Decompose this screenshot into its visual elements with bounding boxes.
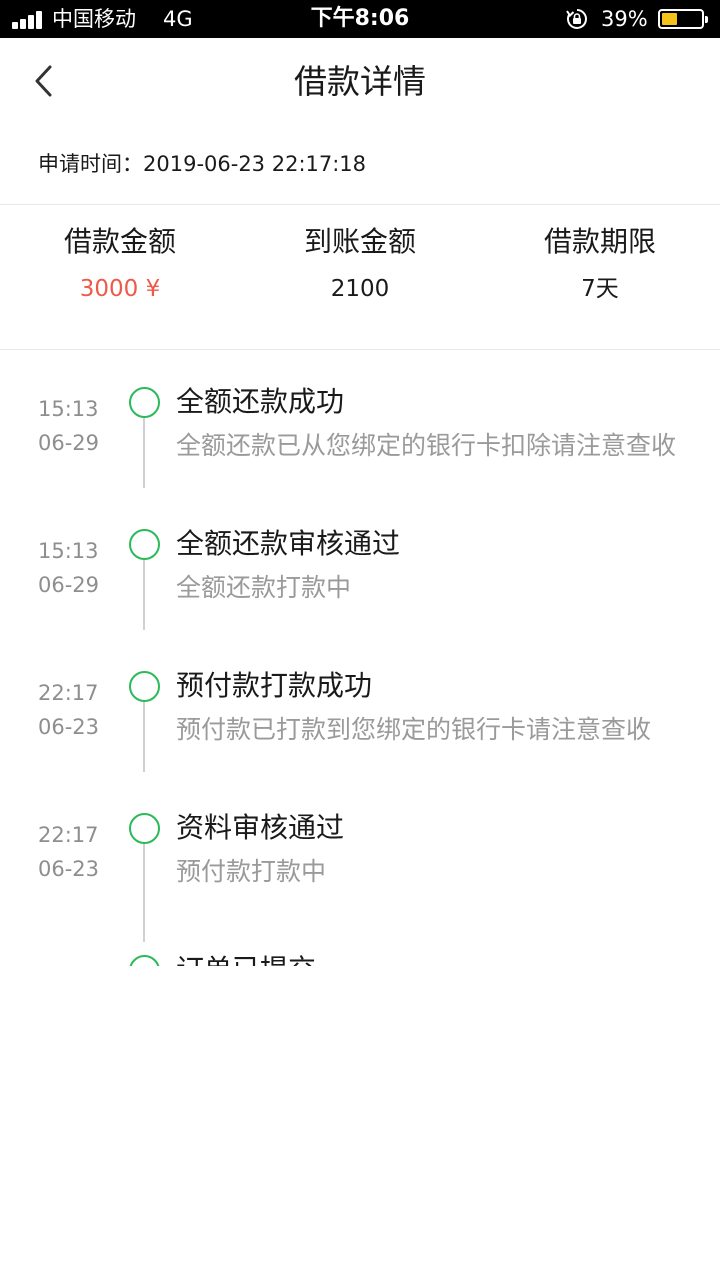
apply-time: 申请时间：2019-06-23 22:17:18 xyxy=(38,149,366,179)
summary-received-amount: 到账金额 2100 xyxy=(240,222,480,304)
summary-label: 借款金额 xyxy=(63,225,176,258)
timeline-title: 预付款打款成功 xyxy=(176,669,373,702)
timeline-date: 06-29 xyxy=(38,573,100,597)
apply-time-value: 2019-06-23 22:17:18 xyxy=(143,152,367,176)
timeline-desc: 全额还款已从您绑定的银行卡扣除请注意查收 xyxy=(176,431,677,460)
timeline-item: 15:13 06-29 全额还款审核通过 全额还款打款中 xyxy=(0,492,720,634)
timeline-date: 06-29 xyxy=(38,431,100,455)
timeline-title: 资料审核通过 xyxy=(176,811,345,844)
timeline-time: 22:17 xyxy=(38,681,99,705)
timeline-desc: 全额还款打款中 xyxy=(176,573,352,602)
summary-label: 到账金额 xyxy=(303,225,416,258)
timeline-item: 22:17 06-23 资料审核通过 预付款打款中 xyxy=(0,776,720,918)
rotation-lock-icon xyxy=(566,9,587,29)
timeline-date: 06-23 xyxy=(38,715,100,739)
timeline-time: 15:13 xyxy=(38,397,99,421)
timeline-time: 22:17 xyxy=(38,823,99,847)
summary-loan-term: 借款期限 7天 xyxy=(480,222,720,304)
timeline-dot-icon xyxy=(129,387,160,418)
loan-summary: 借款金额 3000 ¥ 到账金额 2100 借款期限 7天 xyxy=(0,222,720,334)
timeline-timestamp: 22:17 06-23 xyxy=(38,818,99,886)
timeline-dot-icon xyxy=(129,671,160,702)
timeline-date: 06-23 xyxy=(38,857,100,881)
summary-loan-amount: 借款金额 3000 ¥ xyxy=(0,222,240,304)
timeline-title: 全额还款成功 xyxy=(176,385,345,418)
timeline-timestamp: 15:13 06-29 xyxy=(38,392,99,460)
divider xyxy=(0,204,720,205)
timeline-item: 15:13 06-29 全额还款成功 全额还款已从您绑定的银行卡扣除请注意查收 xyxy=(0,350,720,492)
timeline-desc: 预付款已打款到您绑定的银行卡请注意查收 xyxy=(176,715,652,744)
summary-value: 3000 ¥ xyxy=(79,276,161,302)
summary-value: 2100 xyxy=(330,276,390,302)
status-bar: 中国移动 4G 下午8:06 39% xyxy=(0,0,720,38)
timeline-title: 全额还款审核通过 xyxy=(176,527,401,560)
nav-bar: 借款详情 xyxy=(0,38,720,126)
battery-icon xyxy=(658,9,708,29)
summary-label: 借款期限 xyxy=(543,225,656,258)
timeline-desc: 预付款打款中 xyxy=(176,857,327,886)
page-title: 借款详情 xyxy=(294,62,426,101)
timeline-dot-icon xyxy=(129,529,160,560)
summary-value: 7天 xyxy=(581,276,619,302)
timeline-time: 15:13 xyxy=(38,539,99,563)
timeline-dot-icon xyxy=(129,955,160,966)
status-timeline[interactable]: 15:13 06-29 全额还款成功 全额还款已从您绑定的银行卡扣除请注意查收 … xyxy=(0,350,720,966)
timeline-timestamp: 15:13 06-29 xyxy=(38,534,99,602)
battery-percent: 39% xyxy=(601,7,648,31)
apply-time-label: 申请时间： xyxy=(38,152,143,176)
timeline-title: 订单已提交 xyxy=(176,950,316,966)
timeline-dot-icon xyxy=(129,813,160,844)
timeline-item: 订单已提交 xyxy=(0,918,720,966)
timeline-timestamp: 22:17 06-23 xyxy=(38,676,99,744)
timeline-item: 22:17 06-23 预付款打款成功 预付款已打款到您绑定的银行卡请注意查收 xyxy=(0,634,720,776)
